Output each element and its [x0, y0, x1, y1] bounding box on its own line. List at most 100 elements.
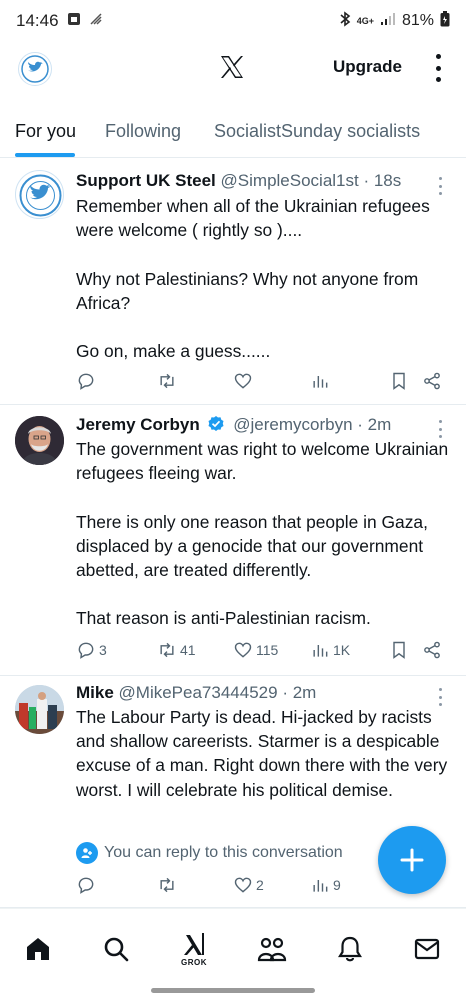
avatar[interactable] [15, 685, 64, 734]
people-mention-icon [76, 842, 98, 864]
x-logo-icon[interactable] [218, 53, 246, 81]
compose-post-button[interactable] [378, 826, 446, 894]
signal-off-icon [89, 11, 103, 31]
bookmark-icon [393, 641, 405, 659]
bookmark-button[interactable] [389, 371, 409, 391]
share-icon [424, 372, 440, 390]
search-icon[interactable] [100, 933, 132, 965]
reply-icon [78, 642, 94, 659]
repost-count: 41 [180, 642, 196, 658]
grok-label: GROK [181, 958, 207, 967]
battery-percent: 81% [401, 12, 434, 29]
signal-icon [380, 12, 396, 31]
tab-for-you[interactable]: For you [15, 121, 76, 142]
author-handle[interactable]: @jeremycorbyn [233, 415, 352, 434]
tweet-paragraph: Remember when all of the Ukrainian refug… [76, 196, 430, 241]
tweet-options-icon[interactable] [439, 177, 443, 195]
verified-badge-icon [207, 415, 225, 438]
avatar[interactable] [15, 416, 64, 465]
tweet-paragraph: That reason is anti-Palestinian racism. [76, 608, 371, 629]
repost-button[interactable] [157, 371, 180, 391]
tweet-paragraph: The government was right to welcome Ukra… [76, 439, 449, 484]
network-type: 4G+ [356, 15, 374, 26]
plus-icon [400, 848, 424, 872]
reply-button[interactable] [76, 371, 99, 391]
like-button[interactable] [233, 371, 256, 391]
share-icon [424, 641, 440, 659]
gesture-home-bar [151, 988, 315, 993]
like-count: 115 [256, 642, 279, 658]
home-icon[interactable] [22, 933, 54, 965]
tweet-header: Jeremy Corbyn @jeremycorbyn · 2m [76, 415, 391, 438]
view-count: 9 [333, 877, 341, 893]
active-tab-indicator [15, 153, 75, 157]
tweet[interactable]: Support UK Steel @SimpleSocial1st · 18s … [0, 158, 466, 405]
tweet-paragraph: The Labour Party is dead. Hi-jacked by r… [76, 707, 448, 800]
reply-button[interactable]: 3 [76, 640, 107, 660]
tweet-text: The government was right to welcome Ukra… [76, 437, 454, 631]
notifications-icon[interactable] [334, 933, 366, 965]
author-name[interactable]: Jeremy Corbyn [76, 415, 200, 434]
view-count: 1K [333, 642, 351, 658]
share-button[interactable] [422, 640, 442, 660]
reply-icon [78, 373, 94, 390]
heart-icon [234, 642, 252, 658]
views-button[interactable]: 1K [310, 640, 350, 660]
tweet-options-icon[interactable] [439, 688, 443, 706]
tab-following[interactable]: Following [105, 121, 181, 142]
repost-button[interactable] [157, 875, 180, 895]
analytics-icon [313, 880, 328, 892]
reply-icon [78, 877, 94, 894]
timeline-tabs: For you Following SocialistSunday social… [0, 108, 466, 158]
more-options-icon[interactable] [432, 54, 444, 82]
tweet-time: · 2m [282, 683, 317, 702]
tweet-paragraph: Why not Palestinians? Why not anyone fro… [76, 268, 419, 313]
analytics-icon [313, 376, 328, 388]
tab-socialistsunday-socialists[interactable]: SocialistSunday socialists [214, 121, 420, 142]
tweet-options-icon[interactable] [439, 420, 443, 438]
reply-count: 3 [99, 642, 107, 658]
bottom-navigation: GROK [0, 908, 466, 986]
repost-button[interactable]: 41 [157, 640, 196, 660]
messages-icon[interactable] [411, 933, 443, 965]
sim-card-icon [67, 11, 81, 31]
tweet-paragraph: There is only one reason that people in … [76, 511, 428, 580]
twitter-bird-badge-icon [21, 55, 49, 83]
upgrade-button[interactable]: Upgrade [333, 57, 402, 77]
reply-button[interactable] [76, 875, 99, 895]
tweet-text: The Labour Party is dead. Hi-jacked by r… [76, 705, 454, 802]
profile-photo [15, 416, 64, 465]
tweet-actions [76, 371, 454, 393]
tweet[interactable]: Jeremy Corbyn @jeremycorbyn · 2m The gov… [0, 405, 466, 676]
author-handle[interactable]: @SimpleSocial1st [221, 171, 359, 190]
twitter-bird-badge-icon [19, 174, 62, 217]
author-handle[interactable]: @MikePea73444529 [119, 683, 278, 702]
like-button[interactable]: 115 [233, 640, 278, 660]
avatar[interactable] [15, 170, 64, 219]
share-button[interactable] [422, 371, 442, 391]
profile-photo [15, 685, 64, 734]
reply-note-text: You can reply to this conversation [104, 844, 343, 861]
repost-icon [160, 642, 174, 658]
tweet-header: Support UK Steel @SimpleSocial1st · 18s [76, 171, 401, 191]
tweet-actions: 3 41 115 1K [76, 640, 454, 662]
author-name[interactable]: Support UK Steel [76, 171, 216, 190]
bookmark-icon [393, 372, 405, 390]
top-bar: Upgrade [0, 42, 466, 96]
status-time: 14:46 [16, 11, 59, 30]
like-button[interactable]: 2 [233, 875, 264, 895]
like-count: 2 [256, 877, 264, 893]
views-button[interactable] [310, 371, 333, 391]
bookmark-button[interactable] [389, 640, 409, 660]
profile-avatar[interactable] [18, 52, 52, 86]
reply-permission-note: You can reply to this conversation [76, 842, 343, 864]
bluetooth-icon [339, 10, 351, 32]
grok-icon[interactable] [178, 929, 210, 961]
tweet-header: Mike @MikePea73444529 · 2m [76, 683, 316, 703]
repost-icon [160, 877, 174, 893]
heart-icon [234, 877, 252, 893]
views-button[interactable]: 9 [310, 875, 341, 895]
status-bar: 14:46 4G+ 81% [0, 0, 466, 42]
communities-icon[interactable] [256, 933, 288, 965]
author-name[interactable]: Mike [76, 683, 114, 702]
